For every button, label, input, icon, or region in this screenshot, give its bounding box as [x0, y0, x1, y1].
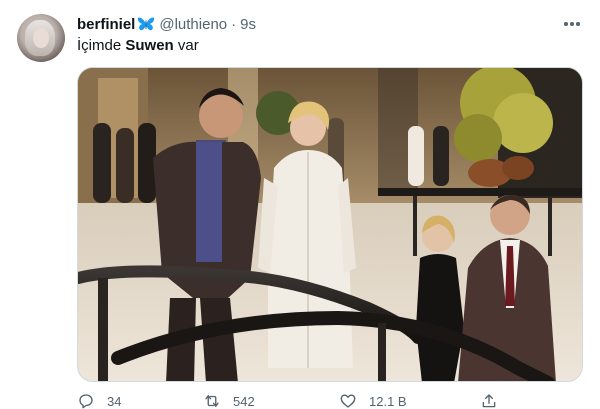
like-count: 12.1 B: [369, 393, 407, 409]
reply-button[interactable]: 34: [77, 392, 121, 409]
tweet-photo[interactable]: [77, 67, 583, 382]
retweet-button[interactable]: 542: [203, 392, 255, 409]
tweet-text-suffix: var: [173, 37, 199, 54]
share-icon: [482, 394, 496, 408]
user-handle[interactable]: @luthieno: [159, 16, 227, 33]
tweet-header: berfiniel @luthieno · 9s: [77, 14, 256, 34]
photo-scene: [78, 68, 582, 381]
reply-icon: [79, 394, 93, 409]
heart-icon: [340, 394, 356, 408]
avatar-face: [33, 28, 49, 48]
avatar[interactable]: [17, 14, 65, 62]
retweet-count: 542: [233, 393, 255, 409]
tweet-text: İçimde Suwen var: [77, 36, 199, 56]
tweet-actions: 34 542 12.1 B: [77, 392, 517, 409]
tweet-text-prefix: İçimde: [77, 37, 126, 54]
share-button[interactable]: [480, 392, 498, 409]
more-options-icon[interactable]: [562, 14, 582, 34]
reply-count: 34: [107, 393, 122, 409]
display-name[interactable]: berfiniel: [77, 16, 135, 33]
tweet-text-bold: Suwen: [125, 37, 174, 54]
butterfly-icon: [138, 17, 155, 31]
tweet-timestamp[interactable]: 9s: [240, 16, 256, 33]
like-button[interactable]: 12.1 B: [339, 392, 407, 409]
separator-dot: ·: [231, 15, 237, 33]
retweet-icon: [205, 395, 219, 407]
